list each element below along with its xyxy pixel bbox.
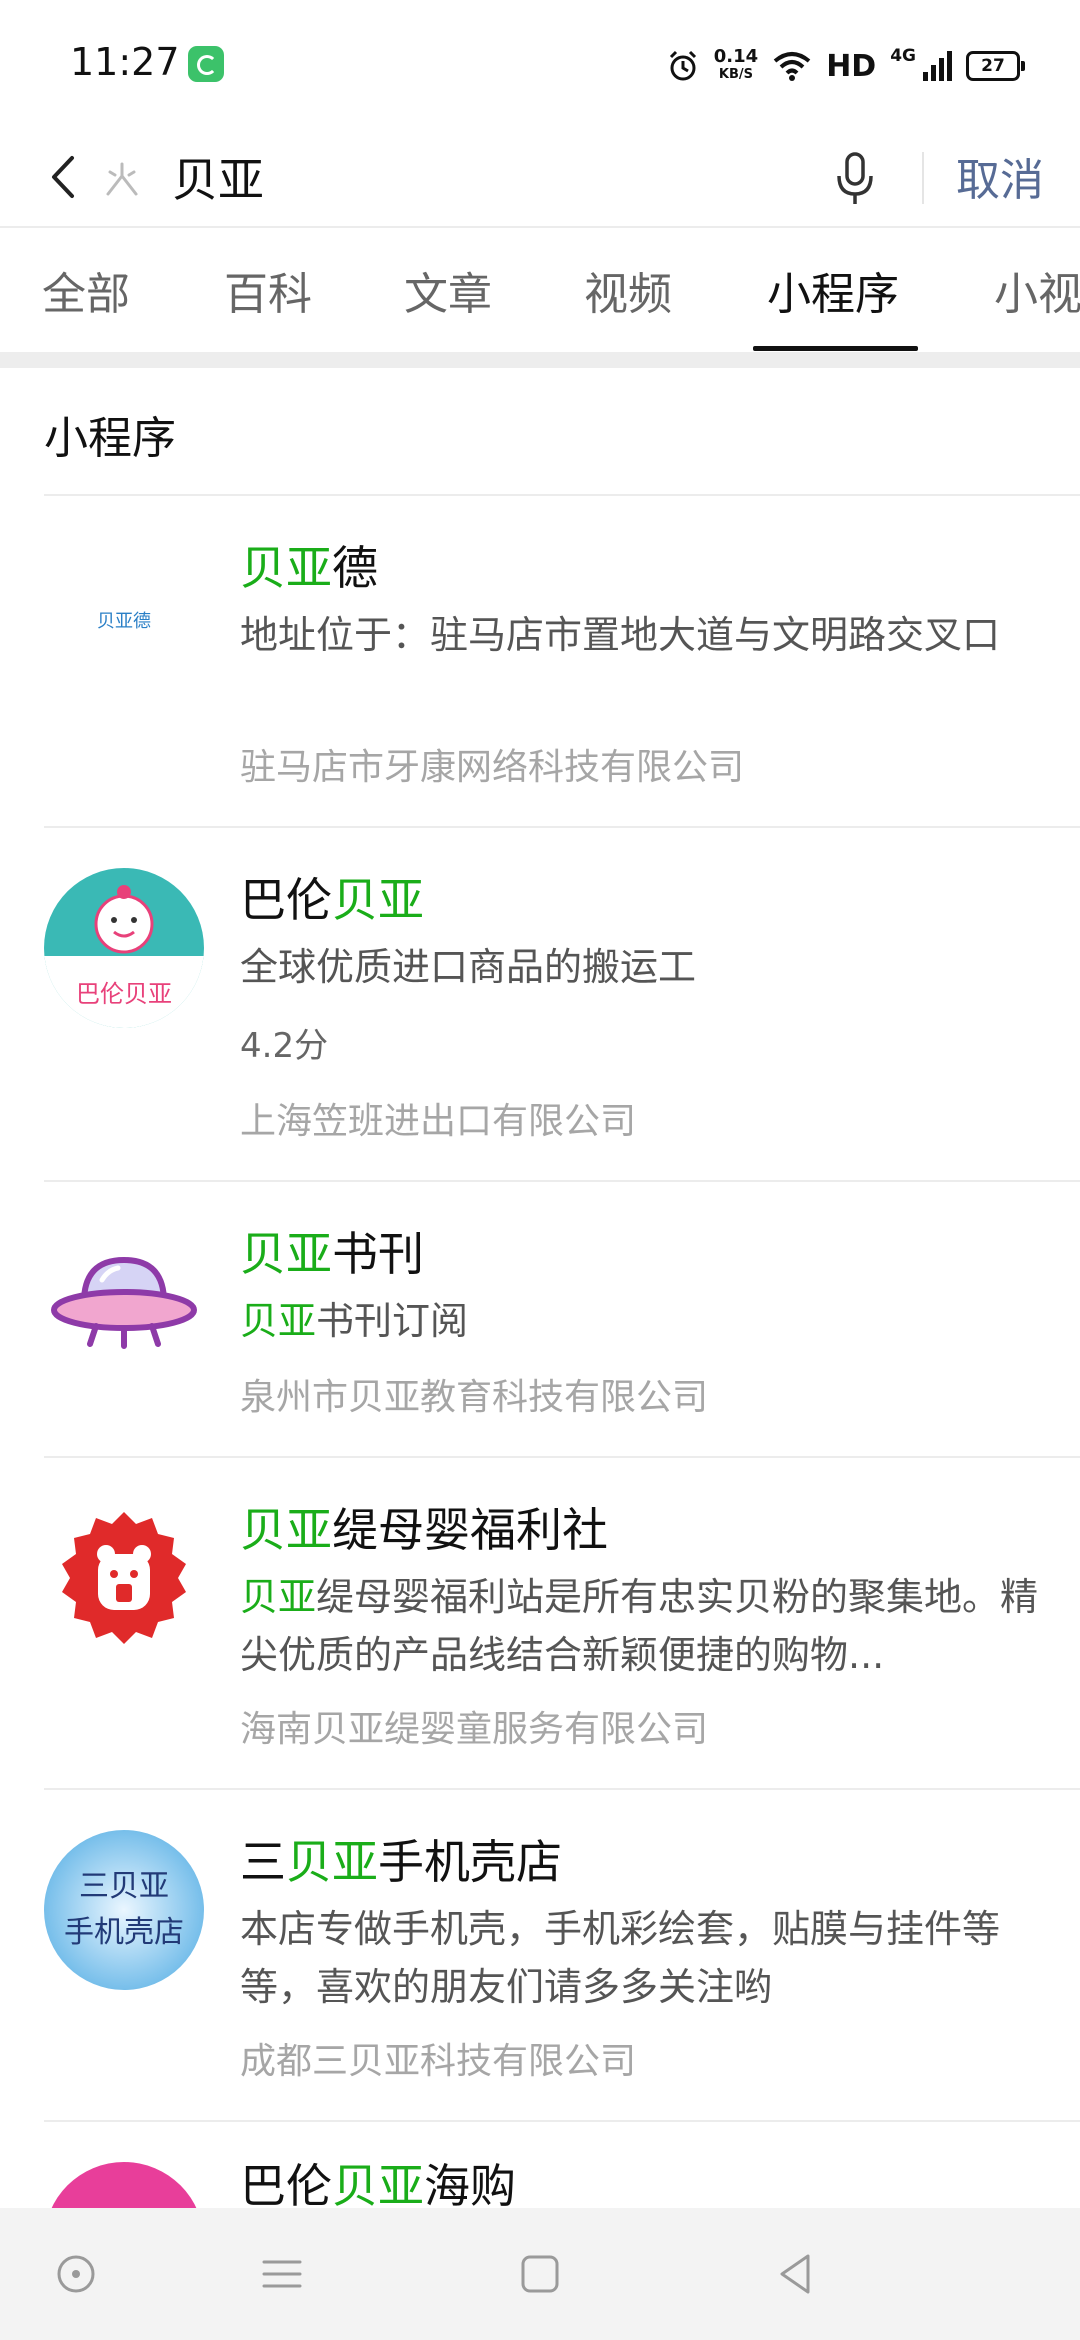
result-description: 地址位于：驻马店市置地大道与文明路交叉口: [240, 613, 1001, 657]
bear-badge-icon: [62, 1512, 186, 1644]
result-logo-line1: 三贝亚: [79, 1869, 169, 1904]
tab-baike[interactable]: 百科: [224, 258, 312, 322]
result-title-highlight: 贝亚: [240, 1503, 332, 1557]
result-description: 本店专做手机壳，手机彩绘套，贴膜与挂件等等，喜欢的朋友们请多多关注哟: [240, 1907, 1001, 2009]
search-type-icon: [106, 162, 138, 196]
result-rating: 4.2分: [240, 1026, 329, 1066]
result-company: 海南贝亚缇婴童服务有限公司: [240, 1709, 709, 1750]
result-title-suffix: 海购: [424, 2159, 516, 2213]
system-nav-bar: [0, 2208, 1080, 2340]
result-company: 泉州市贝亚教育科技有限公司: [240, 1377, 709, 1418]
app-notification-icon: [188, 46, 224, 82]
result-title-highlight: 贝亚: [240, 541, 332, 595]
ufo-icon: [51, 1256, 197, 1349]
result-item[interactable]: 贝亚书刊 贝亚书刊订阅 泉州市贝亚教育科技有限公司: [0, 1182, 1080, 1458]
section-title: 小程序: [44, 413, 176, 464]
result-title-suffix: 缇母婴福利社: [332, 1503, 608, 1557]
result-company: 上海笠班进出口有限公司: [240, 1101, 637, 1142]
result-company: 成都三贝亚科技有限公司: [240, 2041, 637, 2082]
tab-articles[interactable]: 文章: [404, 258, 492, 322]
tab-videos[interactable]: 视频: [584, 258, 672, 322]
result-title-suffix: 书刊: [332, 1227, 424, 1281]
result-company: 驻马店市牙康网络科技有限公司: [240, 747, 745, 788]
result-item[interactable]: 贝亚德 贝亚德 地址位于：驻马店市置地大道与文明路交叉口 驻马店市牙康网络科技有…: [0, 496, 1080, 828]
tab-all[interactable]: 全部: [42, 258, 130, 322]
network-speed-unit: KB/S: [718, 67, 754, 82]
result-title: 巴伦贝亚海购: [240, 2150, 516, 2216]
microphone-icon[interactable]: [830, 148, 880, 208]
assistant-nav-icon[interactable]: [50, 2248, 102, 2300]
result-title-prefix: 巴伦: [240, 873, 332, 927]
result-item[interactable]: 三贝亚 手机壳店 三贝亚手机壳店 本店专做手机壳，手机彩绘套，贴膜与挂件等等，喜…: [0, 1790, 1080, 2122]
battery-icon: 27: [966, 51, 1025, 81]
result-title: 贝亚书刊: [240, 1218, 424, 1284]
result-item[interactable]: 贝亚缇母婴福利社 贝亚缇母婴福利站是所有忠实贝粉的聚集地。精尖优质的产品线结合新…: [0, 1458, 1080, 1790]
result-description-text: 缇母婴福利站是所有忠实贝粉的聚集地。精尖优质的产品线结合新颖便捷的购物...: [240, 1575, 1039, 1677]
result-title-highlight: 贝亚: [286, 1835, 378, 1889]
result-item[interactable]: 巴伦贝亚 巴伦贝亚 全球优质进口商品的搬运工 4.2分 上海笠班进出口有限公司: [0, 828, 1080, 1182]
result-title-highlight: 贝亚: [332, 873, 424, 927]
result-title: 三贝亚手机壳店: [240, 1826, 562, 1892]
tab-mini-programs[interactable]: 小程序: [767, 258, 899, 322]
wifi-icon: [773, 52, 811, 81]
result-description: 全球优质进口商品的搬运工: [240, 945, 697, 989]
active-tab-indicator: [753, 346, 918, 351]
result-logo-text: 巴伦贝亚: [76, 980, 172, 1008]
result-description: 贝亚书刊订阅: [240, 1292, 1040, 1350]
cancel-button[interactable]: 取消: [956, 144, 1044, 208]
section-spacer: [0, 352, 1080, 368]
result-title-suffix: 手机壳店: [378, 1835, 562, 1889]
result-logo: 巴伦贝亚: [44, 868, 204, 1028]
search-divider: [922, 152, 924, 204]
status-bar: 11:27 0.14 KB/S HD 4G 27: [0, 0, 1080, 130]
network-speed: 0.14 KB/S: [714, 48, 758, 84]
hd-indicator: HD: [826, 48, 877, 84]
result-title-suffix: 德: [332, 541, 378, 595]
result-title-highlight: 贝亚: [240, 1227, 332, 1281]
result-title-prefix: 三: [240, 1835, 286, 1889]
search-input[interactable]: 贝亚: [172, 144, 264, 210]
result-title-prefix: 巴伦: [240, 2159, 332, 2213]
result-title: 贝亚德: [240, 532, 378, 598]
search-tabs: 全部 百科 文章 视频 小程序 小视: [0, 228, 1080, 352]
network-type: 4G: [890, 46, 916, 66]
status-indicators: 0.14 KB/S HD 4G 27: [666, 44, 1025, 88]
result-description-highlight: 贝亚: [240, 1299, 317, 1343]
result-title: 巴伦贝亚: [240, 864, 424, 930]
result-description: 贝亚缇母婴福利站是所有忠实贝粉的聚集地。精尖优质的产品线结合新颖便捷的购物...: [240, 1568, 1040, 1684]
signal-icon: [923, 51, 952, 81]
result-description-highlight: 贝亚: [240, 1575, 317, 1619]
result-item[interactable]: 巴伦贝亚海购: [0, 2122, 1080, 2322]
search-bar: 贝亚 取消: [0, 130, 1080, 226]
back-nav-icon[interactable]: [770, 2248, 822, 2300]
menu-nav-icon[interactable]: [256, 2248, 308, 2300]
home-nav-icon[interactable]: [514, 2248, 566, 2300]
result-logo: 贝亚德: [44, 540, 204, 700]
status-time: 11:27: [70, 40, 180, 84]
tab-short-videos[interactable]: 小视: [994, 258, 1080, 322]
result-title-highlight: 贝亚: [332, 2159, 424, 2213]
network-speed-value: 0.14: [713, 46, 759, 67]
result-title: 贝亚缇母婴福利社: [240, 1494, 608, 1560]
result-logo-line2: 手机壳店: [64, 1915, 184, 1950]
result-logo: 三贝亚 手机壳店: [44, 1830, 204, 1990]
back-icon[interactable]: [40, 152, 90, 202]
result-description-text: 书刊订阅: [316, 1299, 469, 1343]
result-logo-text: 贝亚德: [97, 611, 151, 632]
alarm-icon: [669, 50, 696, 81]
